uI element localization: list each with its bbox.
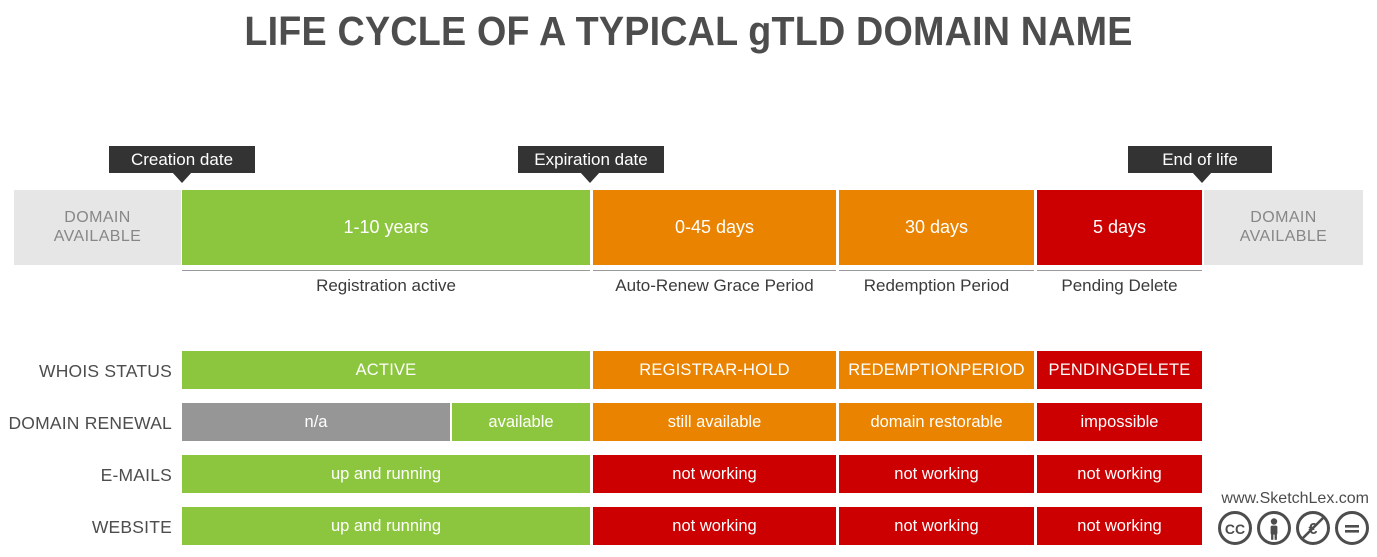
matrix-cell: PENDINGDELETE xyxy=(1037,351,1202,389)
matrix-cell-label: not working xyxy=(894,516,979,535)
matrix-cell-label: domain restorable xyxy=(870,412,1003,431)
timeline-segment-domain-available-right: DOMAIN AVAILABLE xyxy=(1204,190,1363,265)
matrix-cell-label: not working xyxy=(894,464,979,483)
matrix-cell: not working xyxy=(1037,455,1202,493)
matrix-cell: REDEMPTIONPERIOD xyxy=(839,351,1034,389)
phase-caption-pending-delete: Pending Delete xyxy=(1037,270,1202,296)
cc-nd-equals-icon xyxy=(1335,511,1369,545)
phase-rule xyxy=(839,270,1034,271)
matrix-cell-label: REDEMPTIONPERIOD xyxy=(848,360,1025,379)
matrix-cell: REGISTRAR-HOLD xyxy=(593,351,836,389)
row-label-website: WEBSITE xyxy=(91,517,172,537)
segment-duration-label: 30 days xyxy=(904,217,969,237)
segment-duration-label: 1-10 years xyxy=(343,217,429,237)
phase-label: Auto-Renew Grace Period xyxy=(615,276,814,295)
segment-label-line1: DOMAIN xyxy=(64,209,131,227)
phase-caption-registration-active: Registration active xyxy=(182,270,590,296)
matrix-cell-label: available xyxy=(488,412,554,431)
timeline-segment-registration: 1-10 years xyxy=(182,190,590,265)
phase-label: Pending Delete xyxy=(1061,276,1178,295)
segment-duration-label: 5 days xyxy=(1092,217,1147,237)
row-label-e-mails: E-MAILS xyxy=(100,465,172,485)
matrix-cell: not working xyxy=(593,507,836,545)
phase-label: Redemption Period xyxy=(863,276,1010,295)
cc-icon: CC xyxy=(1218,511,1252,545)
matrix-cell: still available xyxy=(593,403,836,441)
timeline-segment-pending-delete: 5 days xyxy=(1037,190,1202,265)
timeline-segment-auto-renew-grace: 0-45 days xyxy=(593,190,836,265)
website-watermark: www.SketchLex.com xyxy=(1221,490,1369,507)
callout-pointer-icon xyxy=(580,172,600,183)
cc-by-person-icon xyxy=(1257,511,1291,545)
creative-commons-badges: CC € xyxy=(1218,511,1369,545)
segment-label-line2: AVAILABLE xyxy=(53,227,142,245)
matrix-cell: not working xyxy=(839,507,1034,545)
page-title: LIFE CYCLE OF A TYPICAL gTLD DOMAIN NAME xyxy=(244,8,1133,54)
matrix-cell: impossible xyxy=(1037,403,1202,441)
infographic-canvas: LIFE CYCLE OF A TYPICAL gTLD DOMAIN NAME… xyxy=(0,0,1377,557)
matrix-cell: not working xyxy=(1037,507,1202,545)
matrix-cell-label: up and running xyxy=(330,516,442,535)
row-label-domain-renewal: DOMAIN RENEWAL xyxy=(8,413,172,433)
matrix-cell: ACTIVE xyxy=(182,351,590,389)
callout-pointer-icon xyxy=(172,172,192,183)
phase-label: Registration active xyxy=(316,276,456,295)
matrix-cell: available xyxy=(452,403,590,441)
phase-caption-redemption-period: Redemption Period xyxy=(839,270,1034,296)
matrix-cell-label: not working xyxy=(672,516,757,535)
callout-creation-date: Creation date xyxy=(109,146,255,183)
timeline-segment-redemption: 30 days xyxy=(839,190,1034,265)
segment-duration-label: 0-45 days xyxy=(674,217,755,237)
phase-rule xyxy=(593,270,836,271)
segment-label-line2: AVAILABLE xyxy=(1239,227,1328,245)
matrix-cell: not working xyxy=(593,455,836,493)
matrix-cell-label: ACTIVE xyxy=(355,360,417,379)
matrix-cell-label: not working xyxy=(1077,464,1162,483)
cc-nc-euro-slash-icon: € xyxy=(1296,511,1330,545)
callout-label: Expiration date xyxy=(534,150,648,169)
callout-expiration-date: Expiration date xyxy=(518,146,664,183)
phase-rule xyxy=(1037,270,1202,271)
matrix-cell: up and running xyxy=(182,507,590,545)
matrix-cell: domain restorable xyxy=(839,403,1034,441)
matrix-cell: not working xyxy=(839,455,1034,493)
callout-pointer-icon xyxy=(1192,172,1212,183)
callout-end-of-life: End of life xyxy=(1128,146,1272,183)
matrix-cell-label: not working xyxy=(1077,516,1162,535)
matrix-cell: up and running xyxy=(182,455,590,493)
matrix-cell-label: up and running xyxy=(330,464,442,483)
matrix-cell-label: PENDINGDELETE xyxy=(1048,360,1191,379)
phase-rule xyxy=(182,270,590,271)
callout-label: Creation date xyxy=(130,150,234,169)
segment-label-line1: DOMAIN xyxy=(1250,209,1317,227)
matrix-cell-label: not working xyxy=(672,464,757,483)
matrix-cell: n/a xyxy=(182,403,450,441)
row-label-whois-status: WHOIS STATUS xyxy=(38,361,172,381)
timeline-segment-domain-available-left: DOMAIN AVAILABLE xyxy=(14,190,181,265)
matrix-cell-label: impossible xyxy=(1080,412,1159,431)
matrix-cell-label: n/a xyxy=(304,412,328,431)
phase-caption-auto-renew-grace-period: Auto-Renew Grace Period xyxy=(593,270,836,296)
callout-label: End of life xyxy=(1162,150,1238,169)
svg-text:CC: CC xyxy=(1225,521,1245,537)
matrix-cell-label: still available xyxy=(667,412,762,431)
matrix-cell-label: REGISTRAR-HOLD xyxy=(639,360,790,379)
